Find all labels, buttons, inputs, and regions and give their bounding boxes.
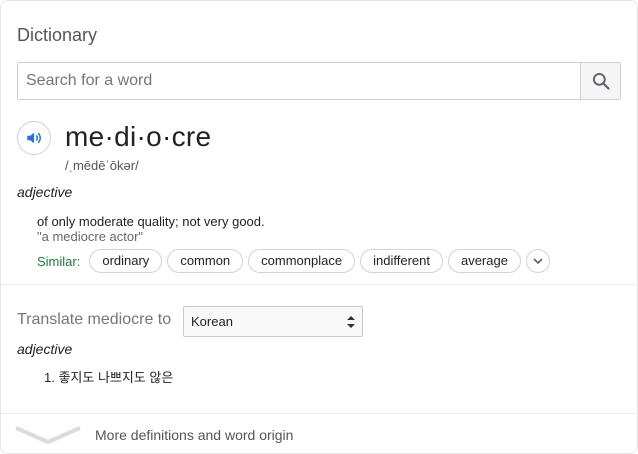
translation-part-of-speech: adjective [17, 341, 73, 357]
headword: me·di·o·cre [65, 121, 212, 152]
translate-label: Translate mediocre to [17, 311, 172, 328]
divider [1, 413, 638, 414]
divider [1, 284, 638, 285]
speaker-icon [27, 132, 41, 144]
search-input[interactable] [18, 63, 580, 99]
part-of-speech: adjective [17, 184, 73, 200]
dictionary-card: Dictionary me·di·o·cre /ˌmēdēˈōkər/ adje… [0, 0, 638, 454]
chevron-down-icon [533, 258, 543, 265]
expand-similar-button[interactable] [525, 249, 550, 273]
more-definitions-link[interactable]: More definitions and word origin [95, 427, 293, 443]
pronunciation-button[interactable] [17, 121, 51, 155]
search-icon [592, 72, 610, 90]
similar-chip[interactable]: average [447, 249, 521, 273]
translation-item: 1. 좋지도 나쁘지도 않은 [44, 370, 174, 385]
definition-text: of only moderate quality; not very good. [37, 214, 265, 229]
updown-arrows-icon [347, 316, 355, 328]
search-button[interactable] [580, 63, 620, 99]
similar-label: Similar: [37, 253, 81, 269]
language-select-value: Korean [191, 314, 233, 329]
pronunciation-text: /ˌmēdēˈōkər/ [65, 158, 139, 173]
chevron-down-icon[interactable] [15, 425, 81, 445]
example-text: "a mediocre actor" [37, 229, 144, 244]
similar-chip[interactable]: ordinary [89, 249, 163, 273]
similar-words: Similar: ordinary common commonplace ind… [37, 249, 550, 273]
similar-chip[interactable]: common [167, 249, 244, 273]
language-select[interactable]: Korean [183, 306, 363, 337]
search-box [17, 62, 621, 100]
similar-chip[interactable]: indifferent [360, 249, 443, 273]
similar-chip[interactable]: commonplace [248, 249, 356, 273]
card-title: Dictionary [17, 25, 98, 45]
